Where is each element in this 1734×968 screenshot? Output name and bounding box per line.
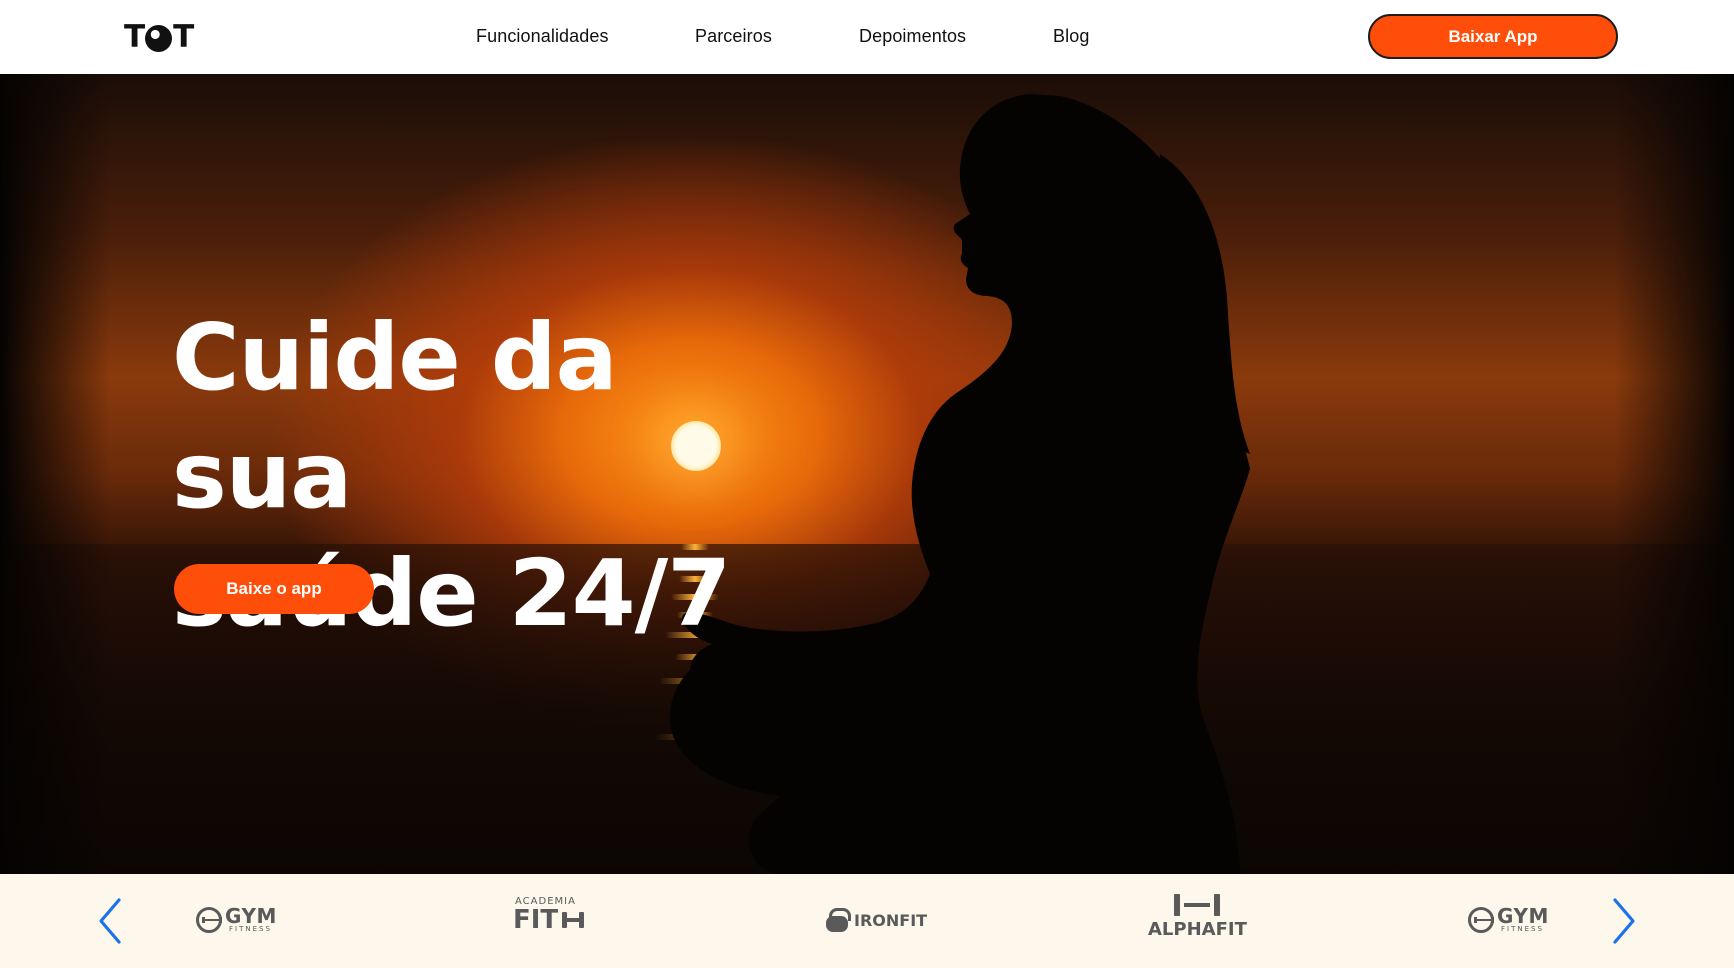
partner-logo-gym-fitness[interactable]: GYM FITNESS [196,906,277,933]
partner-logo-subtext: FITNESS [229,925,272,933]
chevron-left-icon[interactable] [95,896,127,946]
dumbbell-icon [1174,894,1221,916]
globe-icon [145,24,173,52]
kettlebell-icon [826,908,851,932]
partner-logo-alphafit[interactable]: ALPHAFIT [1148,894,1247,940]
partner-logo-text: IRONFIT [854,910,928,930]
partner-logo-gym-fitness-2[interactable]: GYM FITNESS [1468,906,1549,933]
nav-link-depoimentos[interactable]: Depoimentos [859,26,966,47]
dumbbell-icon [1468,906,1494,933]
partner-logo-academia-fit[interactable]: ACADEMIA FIT [513,896,584,933]
partner-logo-text: GYM [1497,904,1549,928]
download-app-button[interactable]: Baixar App [1368,14,1618,59]
nav-link-funcionalidades[interactable]: Funcionalidades [476,26,609,47]
partner-logo-text: GYM [225,904,277,928]
nav-link-parceiros[interactable]: Parceiros [695,26,772,47]
chevron-right-icon[interactable] [1607,896,1639,946]
logo-letter-right: T [173,19,194,55]
partner-logo-text: FIT [513,905,559,935]
site-header: T T Funcionalidades Parceiros Depoimento… [0,0,1734,74]
partners-carousel: GYM FITNESS ACADEMIA FIT IRONFIT ALPHAFI… [0,874,1734,968]
partner-logo-text: ALPHAFIT [1148,919,1247,940]
logo-letter-left: T [124,19,145,55]
hero-download-button[interactable]: Baixe o app [174,564,374,614]
hero-title-line-1: Cuide da sua [172,304,618,529]
dumbbell-icon [196,906,222,933]
nav-link-blog[interactable]: Blog [1053,26,1089,47]
partner-logo-ironfit[interactable]: IRONFIT [826,908,927,932]
partner-logo-subtext: FITNESS [1501,925,1544,933]
hero-section: Cuide da sua saúde 24/7 Baixe o app [0,74,1734,874]
brand-logo[interactable]: T T [124,19,194,55]
dumbbell-icon [562,912,584,928]
